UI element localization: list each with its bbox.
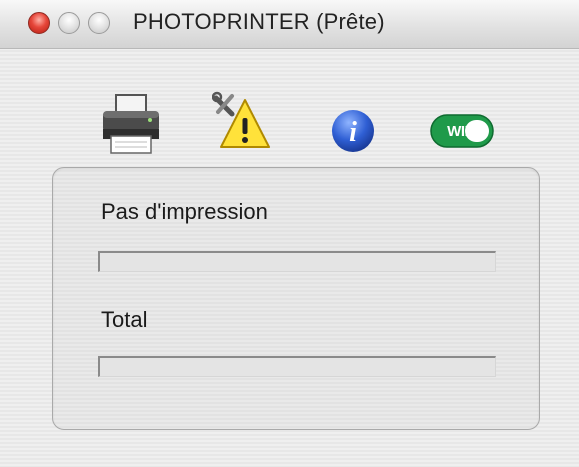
zoom-button[interactable] bbox=[88, 12, 110, 34]
close-button[interactable] bbox=[28, 12, 50, 34]
wifi-icon[interactable]: WIFI bbox=[430, 114, 494, 148]
svg-text:WIFI: WIFI bbox=[447, 123, 477, 140]
maintenance-warning-icon[interactable] bbox=[212, 90, 272, 152]
print-status-panel: Pas d'impression Total bbox=[52, 167, 540, 430]
pages-progress-bar bbox=[98, 251, 496, 272]
window-title: PHOTOPRINTER (Prête) bbox=[133, 9, 385, 34]
pages-label: Pas d'impression bbox=[101, 199, 268, 224]
svg-text:i: i bbox=[349, 117, 357, 148]
title-bar[interactable]: PHOTOPRINTER (Prête) bbox=[0, 0, 579, 49]
minimize-button[interactable] bbox=[58, 12, 80, 34]
printer-status-window: PHOTOPRINTER (Prête) i WIFI Pas d'impres… bbox=[0, 0, 579, 467]
total-progress-bar bbox=[98, 356, 496, 377]
info-icon[interactable]: i bbox=[330, 108, 376, 154]
total-label: Total bbox=[101, 307, 148, 332]
printer-icon[interactable] bbox=[100, 92, 162, 156]
